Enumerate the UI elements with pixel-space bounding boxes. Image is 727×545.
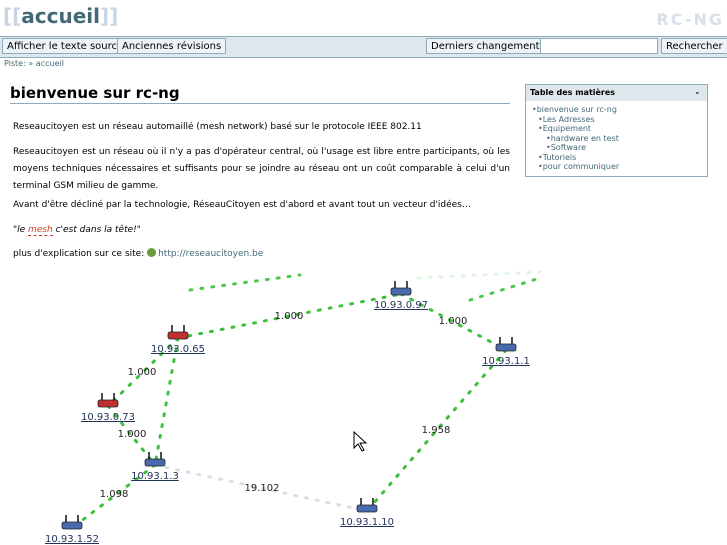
- network-link: [416, 270, 542, 280]
- external-link[interactable]: http://reseaucitoyen.be: [158, 249, 263, 259]
- router-icon: [167, 331, 189, 340]
- network-links: 1.000 1.000 1.000 1.000 1.958 19.102 1.098: [70, 270, 542, 530]
- node-address-label[interactable]: 10.93.1.10: [340, 517, 394, 528]
- quote-paragraph: "le mesh c'est dans la tête!": [13, 225, 141, 236]
- link-metric-label: 1.000: [275, 311, 304, 322]
- toolbar: Afficher le texte source Anciennes révis…: [0, 36, 727, 58]
- toc-item[interactable]: •bienvenue sur rc-ng: [532, 105, 701, 115]
- node-address-label[interactable]: 10.93.0.97: [374, 300, 428, 311]
- router-icon: [97, 399, 119, 408]
- toc-title: Table des matières: [530, 88, 616, 97]
- link-metric-label: 1.098: [100, 489, 129, 500]
- breadcrumb-label: Piste:: [4, 59, 26, 68]
- node-address-label[interactable]: 10.93.1.1: [482, 356, 530, 367]
- toc-item[interactable]: •Equipement: [532, 124, 701, 134]
- toc-header[interactable]: Table des matières -: [526, 85, 707, 101]
- brand-name: RC-NG: [656, 10, 724, 29]
- mouse-cursor-icon: [353, 430, 368, 452]
- toc-item[interactable]: •hardware en test: [532, 134, 701, 144]
- search-input[interactable]: [540, 38, 658, 54]
- logo-bracket-close: ]]: [100, 4, 119, 28]
- show-source-button[interactable]: Afficher le texte source: [2, 38, 129, 54]
- site-header: [[accueil]] RC-NG: [0, 0, 727, 34]
- network-node[interactable]: 10.93.1.52: [45, 515, 99, 545]
- network-link: [188, 273, 302, 292]
- toc-toggle-icon[interactable]: -: [696, 85, 699, 101]
- router-icon: [495, 343, 517, 352]
- breadcrumb-item[interactable]: accueil: [36, 59, 64, 68]
- node-address-label[interactable]: 10.93.1.3: [131, 471, 179, 482]
- router-icon: [356, 504, 378, 513]
- link-metric-label: 19.102: [245, 483, 280, 494]
- toc-list: •bienvenue sur rc-ng •Les Adresses •Equi…: [526, 101, 707, 176]
- intro-paragraph: Reseaucitoyen est un réseau automaillé (…: [13, 122, 422, 132]
- ideas-paragraph: Avant d'être décliné par la technologie,…: [13, 200, 471, 210]
- network-node[interactable]: 10.93.1.10: [340, 498, 394, 528]
- router-icon: [61, 521, 83, 530]
- logo-bracket-open: [[: [3, 4, 22, 28]
- toc-item[interactable]: •Tutoriels: [532, 153, 701, 163]
- search-button[interactable]: Rechercher: [661, 38, 727, 54]
- network-link: [153, 336, 180, 467]
- node-address-label[interactable]: 10.93.0.73: [81, 412, 135, 423]
- toc-item[interactable]: •Software: [532, 143, 701, 153]
- page-title: bienvenue sur rc-ng: [10, 84, 180, 102]
- recent-changes-button[interactable]: Derniers changements: [426, 38, 550, 54]
- logo-word: accueil: [21, 4, 101, 28]
- link-prefix: plus d'explication sur ce site:: [13, 249, 148, 259]
- link-metric-label: 1.000: [118, 429, 147, 440]
- network-link: [468, 276, 542, 302]
- old-revisions-button[interactable]: Anciennes révisions: [117, 38, 227, 54]
- table-of-contents: Table des matières - •bienvenue sur rc-n…: [525, 84, 708, 177]
- title-divider: [10, 103, 510, 104]
- description-paragraph: Reseaucitoyen est un réseau où il n'y a …: [13, 147, 510, 191]
- toc-item[interactable]: •pour communiquer: [532, 162, 701, 172]
- globe-icon: [147, 248, 157, 257]
- toc-item[interactable]: •Les Adresses: [532, 115, 701, 125]
- network-map: 1.000 1.000 1.000 1.000 1.958 19.102 1.098 10.…: [45, 270, 542, 545]
- link-metric-label: 1.000: [439, 316, 468, 327]
- breadcrumb: Piste: » accueil: [4, 59, 64, 68]
- network-node[interactable]: 10.93.0.97: [374, 281, 428, 311]
- link-metric-label: 1.000: [128, 367, 157, 378]
- node-address-label[interactable]: 10.93.0.65: [151, 344, 205, 355]
- mesh-link[interactable]: mesh: [28, 225, 53, 236]
- site-logo[interactable]: [[accueil]]: [3, 4, 118, 28]
- breadcrumb-separator: »: [28, 59, 34, 68]
- router-icon: [390, 287, 412, 296]
- router-icon: [144, 458, 166, 467]
- link-paragraph: plus d'explication sur ce site: http://r…: [13, 246, 510, 263]
- link-metric-label: 1.958: [422, 425, 451, 436]
- network-node[interactable]: 10.93.1.3: [131, 452, 179, 482]
- node-address-label[interactable]: 10.93.1.52: [45, 534, 99, 545]
